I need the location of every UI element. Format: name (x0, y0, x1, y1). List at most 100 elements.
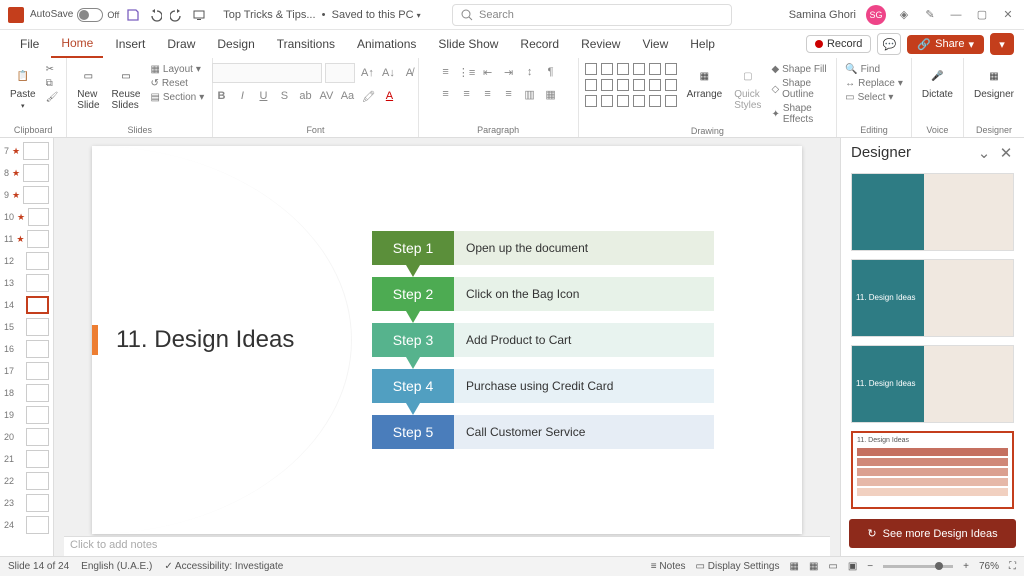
slide-thumbnail[interactable]: 9★ (0, 184, 53, 206)
numbering-icon[interactable]: ⋮≡ (458, 63, 476, 81)
tab-design[interactable]: Design (207, 31, 264, 57)
smartart-icon[interactable]: ▦ (542, 85, 560, 103)
tab-record[interactable]: Record (510, 31, 569, 57)
zoom-level[interactable]: 76% (979, 561, 999, 572)
toggle-icon[interactable] (77, 8, 103, 22)
increase-font-icon[interactable]: A↑ (358, 64, 376, 82)
case-icon[interactable]: Aa (338, 87, 356, 105)
slide-thumbnail[interactable]: 13 (0, 272, 53, 294)
slideshow-view-icon[interactable]: ▣ (848, 561, 857, 572)
slide-thumbnail[interactable]: 23 (0, 492, 53, 514)
step-row[interactable]: Step 2Click on the Bag Icon (372, 277, 714, 311)
slide-thumbnail-panel[interactable]: 7★8★9★10★11★12131415161718192021222324 (0, 138, 54, 556)
slide-thumbnail[interactable]: 22 (0, 470, 53, 492)
save-icon[interactable] (125, 7, 141, 23)
quick-styles-button[interactable]: ▢Quick Styles (730, 63, 765, 113)
spacing-icon[interactable]: AV (317, 87, 335, 105)
language-indicator[interactable]: English (U.A.E.) (81, 561, 152, 572)
designer-button[interactable]: ▦Designer (970, 63, 1018, 102)
slide-thumbnail[interactable]: 18 (0, 382, 53, 404)
slide[interactable]: 11. Design Ideas Step 1Open up the docum… (92, 146, 802, 534)
tab-insert[interactable]: Insert (105, 31, 155, 57)
close-pane-icon[interactable]: ✕ (998, 145, 1014, 161)
find-button[interactable]: 🔍 Find (843, 63, 905, 76)
tab-transitions[interactable]: Transitions (267, 31, 345, 57)
shape-effects-button[interactable]: ✦ Shape Effects (769, 102, 830, 126)
step-row[interactable]: Step 5Call Customer Service (372, 415, 714, 449)
zoom-in-icon[interactable]: + (963, 561, 969, 572)
slide-thumbnail[interactable]: 15 (0, 316, 53, 338)
format-painter-button[interactable]: 🖌 (44, 91, 61, 104)
minimize-icon[interactable]: — (948, 7, 964, 23)
design-option[interactable] (851, 173, 1014, 251)
indent-inc-icon[interactable]: ⇥ (500, 63, 518, 81)
design-option[interactable]: 11. Design Ideas (851, 345, 1014, 423)
undo-icon[interactable] (147, 7, 163, 23)
slide-thumbnail[interactable]: 21 (0, 448, 53, 470)
search-input[interactable]: Search (452, 4, 732, 26)
zoom-slider[interactable] (883, 565, 953, 568)
slide-thumbnail[interactable]: 12 (0, 250, 53, 272)
line-spacing-icon[interactable]: ↕ (521, 63, 539, 81)
slide-thumbnail[interactable]: 7★ (0, 140, 53, 162)
slide-thumbnail[interactable]: 17 (0, 360, 53, 382)
slide-thumbnail[interactable]: 16 (0, 338, 53, 360)
bold-icon[interactable]: B (212, 87, 230, 105)
cut-button[interactable]: ✂ (44, 63, 61, 76)
slide-thumbnail[interactable]: 14 (0, 294, 53, 316)
strike-icon[interactable]: S (275, 87, 293, 105)
italic-icon[interactable]: I (233, 87, 251, 105)
notes-panel[interactable]: Click to add notes (64, 536, 830, 556)
font-family-select[interactable] (212, 63, 322, 83)
from-beginning-icon[interactable] (191, 7, 207, 23)
tab-view[interactable]: View (632, 31, 678, 57)
fit-to-window-icon[interactable]: ⛶ (1009, 561, 1016, 572)
step-row[interactable]: Step 1Open up the document (372, 231, 714, 265)
shape-fill-button[interactable]: ◆ Shape Fill (769, 63, 830, 76)
display-settings[interactable]: ▭ Display Settings (696, 561, 780, 572)
slide-thumbnail[interactable]: 11★ (0, 228, 53, 250)
arrange-button[interactable]: ▦Arrange (683, 63, 727, 102)
reading-view-icon[interactable]: ▭ (828, 561, 837, 572)
step-row[interactable]: Step 3Add Product to Cart (372, 323, 714, 357)
select-button[interactable]: ▭ Select ▾ (843, 91, 905, 104)
tab-home[interactable]: Home (51, 30, 103, 58)
layout-button[interactable]: ▦ Layout ▾ (148, 63, 206, 76)
font-color-icon[interactable]: A (380, 87, 398, 105)
align-left-icon[interactable]: ≡ (437, 85, 455, 103)
indent-dec-icon[interactable]: ⇤ (479, 63, 497, 81)
pen-icon[interactable]: ✎ (922, 7, 938, 23)
justify-icon[interactable]: ≡ (500, 85, 518, 103)
tab-file[interactable]: File (10, 31, 49, 57)
zoom-out-icon[interactable]: − (867, 561, 873, 572)
sorter-view-icon[interactable]: ▦ (809, 561, 818, 572)
design-option[interactable]: 11. Design Ideas (851, 259, 1014, 337)
copy-button[interactable]: ⧉ (44, 77, 61, 90)
shapes-gallery[interactable] (585, 63, 679, 109)
decrease-font-icon[interactable]: A↓ (379, 64, 397, 82)
align-right-icon[interactable]: ≡ (479, 85, 497, 103)
notes-toggle[interactable]: ≡ Notes (651, 561, 686, 572)
align-center-icon[interactable]: ≡ (458, 85, 476, 103)
comments-button[interactable]: 💬 (877, 33, 901, 55)
slide-thumbnail[interactable]: 19 (0, 404, 53, 426)
maximize-icon[interactable]: ▢ (974, 7, 990, 23)
accessibility-checker[interactable]: ✓ Accessibility: Investigate (164, 561, 283, 572)
slide-title[interactable]: 11. Design Ideas (116, 326, 294, 354)
columns-icon[interactable]: ▥ (521, 85, 539, 103)
slide-counter[interactable]: Slide 14 of 24 (8, 561, 69, 572)
slide-thumbnail[interactable]: 10★ (0, 206, 53, 228)
underline-icon[interactable]: U (254, 87, 272, 105)
paste-button[interactable]: 📋Paste▾ (6, 63, 40, 112)
font-size-select[interactable] (325, 63, 355, 83)
normal-view-icon[interactable]: ▦ (789, 561, 798, 572)
text-direction-icon[interactable]: ¶ (542, 63, 560, 81)
autosave-toggle[interactable]: AutoSave Off (30, 8, 119, 22)
shadow-icon[interactable]: ab (296, 87, 314, 105)
tab-animations[interactable]: Animations (347, 31, 426, 57)
user-name[interactable]: Samina Ghori (789, 9, 856, 21)
slide-thumbnail[interactable]: 20 (0, 426, 53, 448)
see-more-design-ideas-button[interactable]: ↻ See more Design Ideas (849, 519, 1016, 548)
tab-help[interactable]: Help (680, 31, 725, 57)
reuse-slides-button[interactable]: ▭Reuse Slides (108, 63, 145, 113)
